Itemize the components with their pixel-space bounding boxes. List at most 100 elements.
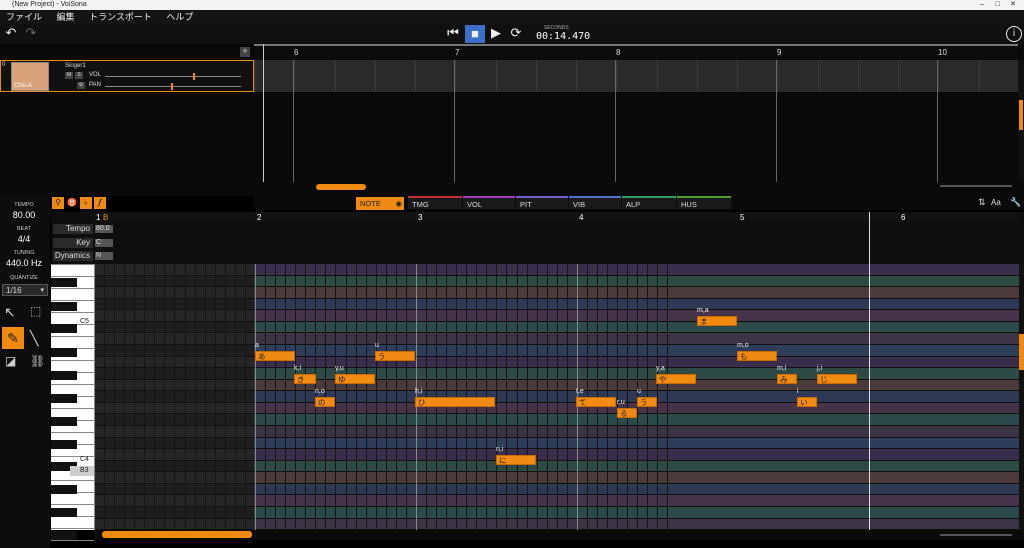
note[interactable]: ひ [415,397,495,407]
piano-roll-grid[interactable] [94,264,1020,530]
tab-vib[interactable]: VIB [569,196,621,209]
mute-button[interactable]: M [65,72,73,79]
play-button[interactable]: ▶ [488,24,504,42]
flat-icon[interactable]: ♭ [80,197,92,209]
eraser-tool-icon[interactable]: ◪ [5,354,16,368]
note[interactable]: じ [817,374,857,384]
pencil-tool-icon[interactable]: ✎ [2,327,24,349]
add-track-button[interactable]: + [240,47,250,57]
info-icon[interactable]: i [1006,26,1022,42]
key-marker[interactable]: C [95,239,113,247]
track-zoom-slider[interactable] [940,185,1012,187]
roll-hscroll[interactable] [94,530,1024,540]
tab-hus[interactable]: HUS [677,196,731,209]
metronome-icon[interactable]: ⚲ [52,197,64,209]
note-phoneme: h,i [415,388,423,395]
note[interactable]: の [315,397,335,407]
piano-keyboard[interactable] [51,264,94,541]
track-grid [254,92,1018,182]
snap-icon[interactable]: ♉ [66,197,78,209]
wrench-icon[interactable]: 🔧 [1010,197,1021,208]
rewind-icon[interactable]: ⏮ [445,24,461,42]
note[interactable]: に [496,455,536,465]
font-size-icon[interactable]: Aa [991,198,1001,207]
left-panel: TEMPO 80.00 BEAT 4/4 TUNING 440.0 Hz QUA… [0,196,50,548]
beat-value[interactable]: 4/4 [0,234,48,244]
note-phoneme: r,u [617,399,625,406]
sort-icon[interactable]: ⇅ [978,197,986,208]
range-select-icon[interactable]: ⬚ [30,304,41,318]
select-tool-icon[interactable]: ↖ [4,304,16,321]
track-header[interactable]: 0 Chis-A Singer1 M S VOL ⚙ PAN [0,60,254,92]
key-label-c4: C4 [80,456,89,463]
note[interactable]: ま [697,316,737,326]
note-phoneme: m,a [697,307,709,314]
note-phoneme: m,i [777,365,787,372]
parameter-tabs: NOTE ◉ TMG VOL PIT VIB ALP HUS ⇅ Aa 🔧 [254,196,1024,210]
vol-slider[interactable] [105,76,241,77]
dynamics-marker[interactable]: N [95,252,113,260]
note[interactable]: も [737,351,777,361]
roll-vscroll[interactable] [1019,264,1024,530]
roll-ruler: 1 B 2 3 4 5 6 [94,212,1020,222]
note[interactable]: ゆ [335,374,375,384]
note[interactable]: う [375,351,415,361]
track-lane[interactable] [254,60,1020,92]
tab-tmg[interactable]: TMG [408,196,462,209]
tempo-value[interactable]: 80.00 [0,210,48,220]
menu-help[interactable]: ヘルプ [166,12,193,22]
dynamics-icon[interactable]: 𝆑 [94,197,106,209]
maximize-icon[interactable]: □ [996,0,1000,10]
menu-bar: ファイル 編集 トランスポート ヘルプ [0,10,1024,24]
menu-transport[interactable]: トランスポート [89,12,152,22]
playhead [869,212,870,530]
note[interactable]: あ [255,351,295,361]
gear-icon[interactable]: ⚙ [77,82,85,89]
pan-slider[interactable] [105,86,241,87]
stop-button[interactable]: ■ [465,25,485,43]
transport-toolbar: ↶ ↷ ⏮ ■ ▶ ⟳ SECONDS 00:14.470 i [0,24,1024,44]
menu-file[interactable]: ファイル [6,12,42,22]
line-tool-icon[interactable]: ╲ [30,330,38,347]
roll-zoom-slider[interactable] [940,534,1012,536]
note-phoneme: i [797,388,799,395]
note[interactable]: き [294,374,316,384]
note-phoneme: y,u [335,365,344,372]
minimize-icon[interactable]: – [980,0,984,10]
link-tool-icon[interactable]: ⛓ [30,354,45,368]
menu-edit[interactable]: 編集 [57,12,75,22]
note-phoneme: u [637,388,641,395]
note-phoneme: j,i [817,365,823,372]
note-phoneme: m,o [737,342,749,349]
redo-icon[interactable]: ↷ [24,24,38,42]
note-phoneme: a [255,342,259,349]
track-hscroll[interactable] [256,183,956,191]
track-name: Singer1 [65,63,86,69]
eye-icon[interactable]: ◉ [395,197,402,210]
note-phoneme: n,i [496,446,504,453]
note[interactable]: み [777,374,797,384]
note[interactable]: て [576,397,616,407]
key-label-b3: B3 [70,466,94,476]
note[interactable]: る [617,408,637,418]
tempo-marker[interactable]: 80.0 [95,225,113,233]
tab-pit[interactable]: PIT [516,196,568,209]
note-phoneme: t,e [576,388,584,395]
tuning-value[interactable]: 440.0 Hz [0,258,48,268]
track-ruler: 6 7 8 9 10 [254,44,1018,60]
note[interactable]: う [637,397,657,407]
track-vscroll[interactable] [1018,60,1024,180]
solo-button[interactable]: S [75,72,83,79]
singer-avatar[interactable]: Chis-A [11,62,49,91]
close-icon[interactable]: ✕ [1010,0,1016,10]
window-title: (New Project) - VoiSona [12,1,87,8]
tab-vol[interactable]: VOL [463,196,515,209]
tab-note[interactable]: NOTE ◉ [356,197,404,210]
note[interactable]: い [797,397,817,407]
loop-icon[interactable]: ⟳ [508,24,524,42]
undo-icon[interactable]: ↶ [4,24,18,42]
quantize-select[interactable]: 1/16 ▾ [2,284,48,296]
note[interactable]: や [656,374,696,384]
time-display: 00:14.470 [536,31,591,42]
tab-alp[interactable]: ALP [622,196,676,209]
